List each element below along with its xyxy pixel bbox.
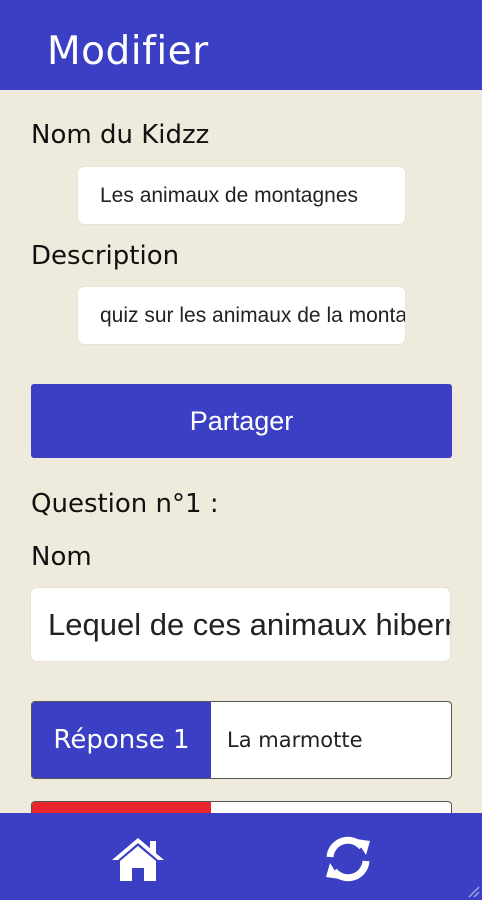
app-header: Modifier	[0, 0, 482, 90]
question-heading: Question n°1 :	[31, 489, 219, 519]
kidzz-name-value: Les animaux de montagnes	[100, 183, 358, 207]
answer-row-1[interactable]: Réponse 1 La marmotte	[31, 701, 452, 779]
page-title: Modifier	[47, 29, 209, 74]
answer-tag: Réponse 1	[32, 702, 211, 778]
description-label: Description	[31, 241, 180, 271]
description-value: quiz sur les animaux de la montagne	[100, 303, 405, 327]
question-name-value: Lequel de ces animaux hiberne ?	[48, 606, 450, 642]
bottom-nav	[0, 813, 482, 900]
answer-value: La marmotte	[227, 728, 363, 752]
kidzz-name-label: Nom du Kidzz	[31, 120, 210, 150]
share-button[interactable]: Partager	[31, 384, 452, 458]
question-name-label: Nom	[31, 542, 92, 572]
home-icon[interactable]	[110, 835, 166, 883]
question-name-input[interactable]: Lequel de ces animaux hiberne ?	[31, 588, 450, 661]
kidzz-name-input[interactable]: Les animaux de montagnes	[78, 167, 405, 224]
resize-grip-icon[interactable]	[464, 882, 480, 898]
refresh-icon[interactable]	[320, 835, 376, 883]
description-input[interactable]: quiz sur les animaux de la montagne	[78, 287, 405, 344]
